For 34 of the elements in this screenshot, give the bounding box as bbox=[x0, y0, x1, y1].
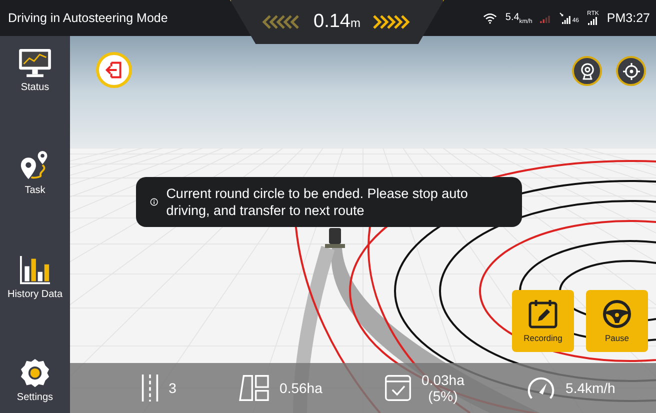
sidebar-item[interactable]: Task bbox=[0, 147, 70, 200]
right-chevrons-icon bbox=[372, 15, 412, 29]
wifi-icon bbox=[483, 12, 498, 24]
field-plots-icon bbox=[238, 374, 270, 402]
steering-wheel-icon bbox=[602, 299, 632, 329]
crosshair-icon bbox=[622, 62, 640, 80]
cell-signal-icon bbox=[540, 14, 552, 22]
speed-reading: 5.4$_{km/h}$ bbox=[505, 12, 532, 24]
offset-reading: 0.14m bbox=[314, 11, 360, 33]
sidebar-item[interactable]: History Data bbox=[0, 250, 70, 304]
settings-icon bbox=[20, 358, 50, 388]
stat-value: 3 bbox=[168, 380, 176, 396]
stat-value: 0.56ha bbox=[280, 380, 322, 396]
calendar-pencil-icon bbox=[528, 299, 558, 329]
sidebar-item[interactable]: Settings bbox=[0, 354, 70, 407]
exit-icon bbox=[105, 61, 123, 79]
info-icon bbox=[150, 196, 158, 208]
recording-button[interactable]: Recording bbox=[512, 290, 574, 352]
checked-box-icon bbox=[384, 374, 412, 402]
mode-title: Driving in Autosteering Mode bbox=[8, 11, 168, 25]
notice-text: Current round circle to be ended. Please stop auto driving, and transfer to next route bbox=[166, 185, 469, 219]
lane-lines-icon bbox=[140, 373, 159, 403]
clock-time: PM3:27 bbox=[606, 11, 650, 25]
stat-value: 5.4km/h bbox=[566, 380, 616, 396]
pause-button[interactable]: Pause bbox=[586, 290, 648, 352]
monitor-chart-icon bbox=[18, 48, 52, 78]
route-pins-icon bbox=[20, 151, 50, 182]
sidebar-item[interactable]: Status bbox=[0, 44, 70, 97]
rtk-signal-icon bbox=[588, 17, 598, 25]
stat-value: 0.03ha (5%) bbox=[422, 372, 464, 404]
bar-chart-icon bbox=[19, 254, 51, 285]
satellite-signal-icon bbox=[559, 12, 572, 24]
left-chevrons-icon bbox=[262, 15, 302, 29]
webcam-icon bbox=[580, 62, 594, 80]
